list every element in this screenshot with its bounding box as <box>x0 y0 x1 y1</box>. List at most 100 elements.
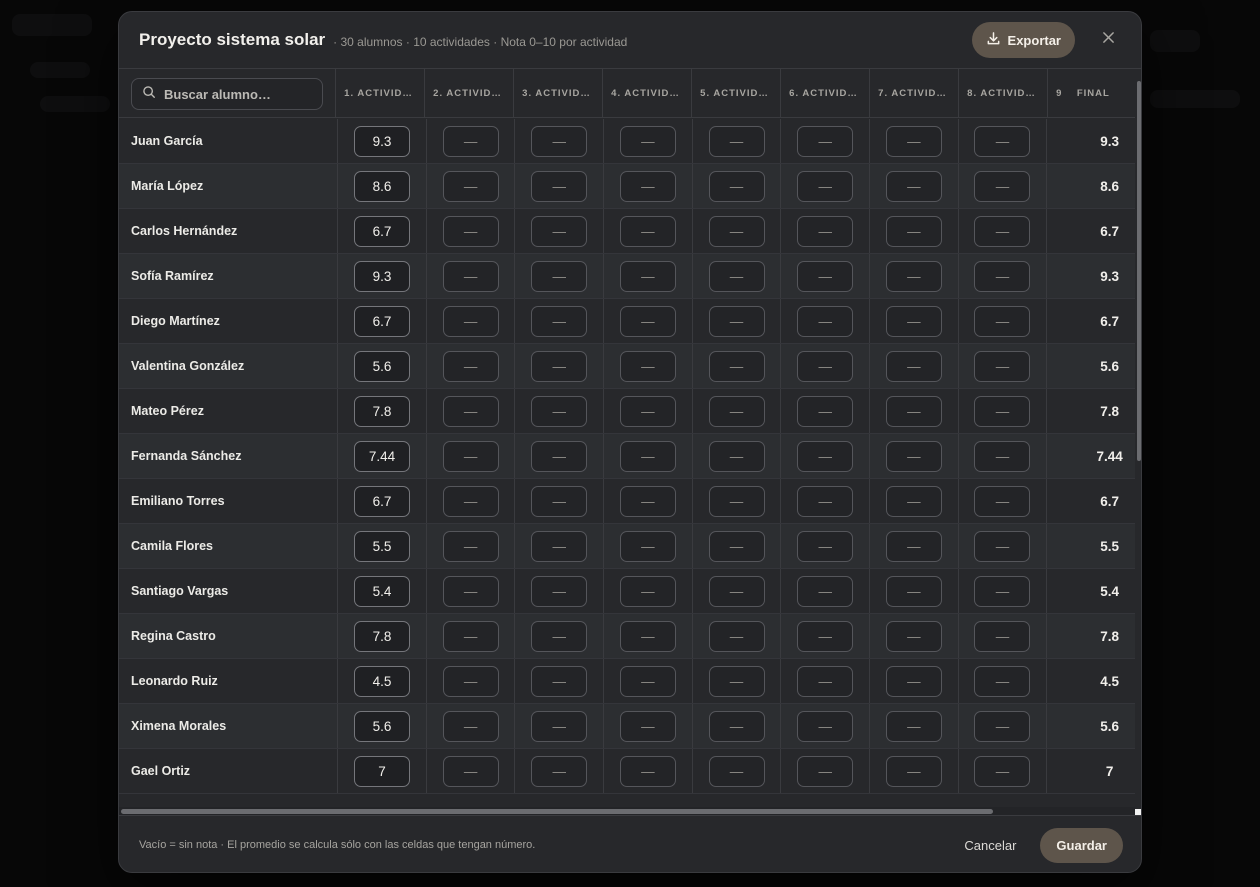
grade-input-empty[interactable]: — <box>974 170 1031 202</box>
grade-input-empty[interactable]: — <box>708 485 765 517</box>
grade-input-empty[interactable]: — <box>708 260 765 292</box>
grade-input-empty[interactable]: — <box>619 260 676 292</box>
grade-input[interactable]: 7.8 <box>353 620 410 652</box>
grade-input-empty[interactable]: — <box>442 665 499 697</box>
grade-input-empty[interactable]: — <box>797 260 854 292</box>
grade-input-empty[interactable]: — <box>531 350 588 382</box>
cancel-button[interactable]: Cancelar <box>964 838 1016 853</box>
grade-input-empty[interactable]: — <box>531 170 588 202</box>
grade-input-empty[interactable]: — <box>797 350 854 382</box>
save-button[interactable]: Guardar <box>1040 827 1123 863</box>
grade-input-empty[interactable]: — <box>974 530 1031 562</box>
grade-input-empty[interactable]: — <box>442 170 499 202</box>
grade-input[interactable]: 7.44 <box>353 440 410 472</box>
grade-input-empty[interactable]: — <box>708 125 765 157</box>
grade-input-empty[interactable]: — <box>974 305 1031 337</box>
grade-input-empty[interactable]: — <box>708 350 765 382</box>
grade-input[interactable]: 5.5 <box>353 530 410 562</box>
grade-input-empty[interactable]: — <box>974 440 1031 472</box>
horizontal-scroll-thumb[interactable] <box>121 809 993 814</box>
grade-input-empty[interactable]: — <box>531 620 588 652</box>
grade-input-empty[interactable]: — <box>797 215 854 247</box>
grade-input-empty[interactable]: — <box>974 260 1031 292</box>
grade-input-empty[interactable]: — <box>531 395 588 427</box>
grade-input-empty[interactable]: — <box>442 755 499 787</box>
grade-input-empty[interactable]: — <box>797 440 854 472</box>
grade-input-empty[interactable]: — <box>442 125 499 157</box>
grade-input-empty[interactable]: — <box>442 485 499 517</box>
grade-input-empty[interactable]: — <box>619 170 676 202</box>
grade-input-empty[interactable]: — <box>885 350 942 382</box>
grade-input-empty[interactable]: — <box>797 710 854 742</box>
grade-input[interactable]: 6.7 <box>353 485 410 517</box>
grade-input-empty[interactable]: — <box>797 125 854 157</box>
grade-input-empty[interactable]: — <box>974 485 1031 517</box>
grade-input[interactable]: 7 <box>353 755 410 787</box>
grade-input-empty[interactable]: — <box>531 125 588 157</box>
grade-input-empty[interactable]: — <box>708 305 765 337</box>
grade-input-empty[interactable]: — <box>885 125 942 157</box>
grade-input-empty[interactable]: — <box>619 305 676 337</box>
horizontal-scrollbar[interactable] <box>119 807 1135 815</box>
grade-input-empty[interactable]: — <box>619 125 676 157</box>
grade-input-empty[interactable]: — <box>708 710 765 742</box>
grade-input[interactable]: 5.6 <box>353 710 410 742</box>
grade-input-empty[interactable]: — <box>885 260 942 292</box>
grade-input-empty[interactable]: — <box>708 620 765 652</box>
grade-input-empty[interactable]: — <box>885 305 942 337</box>
grade-input-empty[interactable]: — <box>531 215 588 247</box>
grade-input-empty[interactable]: — <box>885 215 942 247</box>
grade-input-empty[interactable]: — <box>619 575 676 607</box>
grade-input-empty[interactable]: — <box>797 620 854 652</box>
grade-input-empty[interactable]: — <box>619 395 676 427</box>
grade-input-empty[interactable]: — <box>531 485 588 517</box>
grade-input-empty[interactable]: — <box>531 665 588 697</box>
grade-input-empty[interactable]: — <box>974 215 1031 247</box>
grade-input-empty[interactable]: — <box>885 530 942 562</box>
grade-input-empty[interactable]: — <box>442 395 499 427</box>
grade-input-empty[interactable]: — <box>797 530 854 562</box>
grade-input-empty[interactable]: — <box>442 440 499 472</box>
grade-input-empty[interactable]: — <box>442 215 499 247</box>
grade-input-empty[interactable]: — <box>974 665 1031 697</box>
export-button[interactable]: Exportar <box>971 22 1075 58</box>
grade-input-empty[interactable]: — <box>708 530 765 562</box>
grade-input-empty[interactable]: — <box>797 305 854 337</box>
vertical-scrollbar[interactable] <box>1135 69 1141 809</box>
grade-input-empty[interactable]: — <box>885 755 942 787</box>
grade-input-empty[interactable]: — <box>974 395 1031 427</box>
grade-input-empty[interactable]: — <box>708 665 765 697</box>
grade-input-empty[interactable]: — <box>619 440 676 472</box>
grade-input-empty[interactable]: — <box>885 440 942 472</box>
grade-input-empty[interactable]: — <box>797 170 854 202</box>
grade-input-empty[interactable]: — <box>531 755 588 787</box>
grade-input-empty[interactable]: — <box>885 665 942 697</box>
grade-input-empty[interactable]: — <box>885 575 942 607</box>
grade-input-empty[interactable]: — <box>442 620 499 652</box>
grade-input-empty[interactable]: — <box>619 710 676 742</box>
grade-input-empty[interactable]: — <box>797 395 854 427</box>
grade-input[interactable]: 5.4 <box>353 575 410 607</box>
grade-input-empty[interactable]: — <box>797 665 854 697</box>
grade-input-empty[interactable]: — <box>885 710 942 742</box>
grade-input[interactable]: 9.3 <box>353 125 410 157</box>
grade-input-empty[interactable]: — <box>708 395 765 427</box>
grade-input-empty[interactable]: — <box>619 755 676 787</box>
grade-input-empty[interactable]: — <box>619 485 676 517</box>
grade-input-empty[interactable]: — <box>531 530 588 562</box>
close-button[interactable] <box>1095 27 1121 53</box>
grade-input-empty[interactable]: — <box>619 665 676 697</box>
grade-input[interactable]: 4.5 <box>353 665 410 697</box>
grade-input-empty[interactable]: — <box>531 710 588 742</box>
grade-input-empty[interactable]: — <box>708 170 765 202</box>
grade-input-empty[interactable]: — <box>531 440 588 472</box>
vertical-scroll-thumb[interactable] <box>1137 81 1141 461</box>
grade-input[interactable]: 6.7 <box>353 305 410 337</box>
grade-input-empty[interactable]: — <box>442 710 499 742</box>
grade-input-empty[interactable]: — <box>797 575 854 607</box>
search-input[interactable] <box>164 86 304 102</box>
grade-input-empty[interactable]: — <box>974 575 1031 607</box>
grade-input-empty[interactable]: — <box>442 350 499 382</box>
grade-input-empty[interactable]: — <box>708 440 765 472</box>
grade-input-empty[interactable]: — <box>974 350 1031 382</box>
